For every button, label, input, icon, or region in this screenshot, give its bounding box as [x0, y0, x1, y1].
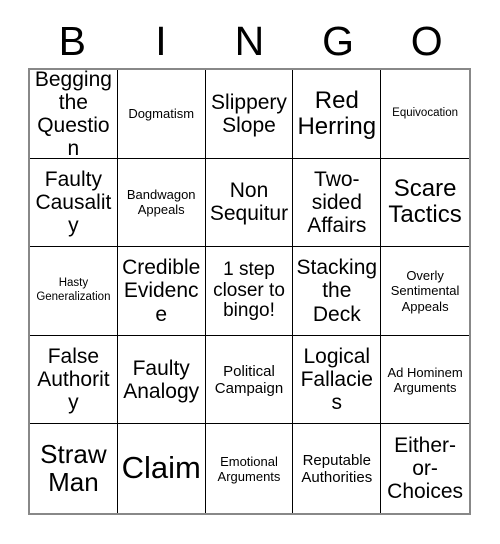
bingo-cell-label: Scare Tactics [388, 175, 462, 229]
bingo-cell-label: Faulty Analogy [123, 356, 200, 403]
bingo-cell-r0-c4[interactable]: Equivocation [381, 70, 469, 159]
bingo-cell-r4-c0[interactable]: Straw Man [30, 424, 118, 513]
bingo-cell-label: Credible Evidence [122, 256, 201, 326]
bingo-cell-r3-c3[interactable]: Logical Fallacies [293, 335, 382, 425]
bingo-header-row: BINGO [28, 14, 471, 68]
bingo-cell-r3-c1[interactable]: Faulty Analogy [117, 335, 206, 425]
bingo-cell-label: Straw Man [40, 439, 107, 497]
bingo-cell-label: Emotional Arguments [217, 453, 281, 484]
bingo-header-letter-4: O [410, 17, 443, 64]
bingo-cell-label: Faulty Causality [35, 167, 112, 237]
bingo-cell-label: Slippery Slope [211, 90, 287, 137]
bingo-header-letter-1: I [155, 17, 167, 64]
bingo-cell-r1-c3[interactable]: Two-sided Affairs [293, 158, 382, 248]
bingo-cell-r0-c3[interactable]: Red Herring [293, 70, 382, 159]
bingo-cell-r1-c0[interactable]: Faulty Causality [30, 158, 118, 248]
bingo-cell-r4-c2[interactable]: Emotional Arguments [205, 424, 294, 513]
bingo-cell-label: Political Campaign [214, 362, 284, 397]
bingo-cell-r2-c1[interactable]: Credible Evidence [117, 247, 206, 336]
bingo-cell-label: Logical Fallacies [300, 344, 373, 415]
bingo-cell-r0-c0[interactable]: Begging the Question [30, 70, 118, 159]
bingo-cell-label: Either-or-Choices [387, 434, 464, 504]
bingo-header-letter-0: B [58, 17, 86, 64]
bingo-cell-r0-c1[interactable]: Dogmatism [117, 70, 206, 159]
bingo-cell-label: Overly Sentimental Appeals [390, 268, 460, 314]
bingo-cell-label: Claim [121, 450, 201, 486]
bingo-cell-label: Equivocation [392, 107, 459, 120]
bingo-cell-r1-c2[interactable]: Non Sequitur [205, 158, 294, 248]
bingo-cell-r1-c4[interactable]: Scare Tactics [381, 158, 469, 248]
bingo-cell-label: Bandwagon Appeals [126, 187, 196, 218]
bingo-cell-r0-c2[interactable]: Slippery Slope [205, 70, 294, 159]
bingo-cell-r3-c4[interactable]: Ad Hominem Arguments [381, 335, 469, 425]
bingo-header-letter-2: N [234, 17, 265, 64]
bingo-cell-r4-c3[interactable]: Reputable Authorities [293, 424, 382, 513]
bingo-cell-label: Stacking the Deck [296, 256, 378, 326]
bingo-card: B I N G O Begging the Question Dogmatism Slipp… [0, 0, 500, 544]
bingo-cell-r2-c0[interactable]: Hasty Generalization [30, 247, 118, 336]
bingo-cell-label: Non Sequitur [209, 179, 289, 226]
bingo-cell-label: Dogmatism [128, 106, 195, 122]
bingo-cell-r3-c2[interactable]: Political Campaign [205, 335, 294, 425]
bingo-cell-label: Reputable Authorities [301, 451, 373, 486]
bingo-cell-r2-c2[interactable]: 1 step closer to bingo! [205, 247, 294, 336]
bingo-cell-r4-c1[interactable]: Claim [117, 424, 206, 513]
bingo-cell-label: Ad Hominem Arguments [387, 364, 463, 395]
bingo-cell-r2-c4[interactable]: Overly Sentimental Appeals [381, 247, 469, 336]
bingo-grid: Begging the Question Dogmatism Slippery Sl… [28, 68, 471, 515]
bingo-cell-label: Begging the Question [34, 70, 112, 159]
bingo-cell-r2-c3[interactable]: Stacking the Deck [293, 247, 382, 336]
bingo-cell-r1-c1[interactable]: Bandwagon Appeals [117, 158, 206, 248]
bingo-cell-r4-c4[interactable]: Either-or-Choices [381, 424, 469, 513]
bingo-cell-label: 1 step closer to bingo! [213, 258, 285, 322]
bingo-cell-r3-c0[interactable]: False Authority [30, 335, 118, 425]
bingo-cell-label: False Authority [37, 344, 110, 415]
bingo-header-letter-3: G [322, 17, 355, 64]
bingo-cell-label: Two-sided Affairs [307, 167, 367, 237]
bingo-cell-label: Hasty Generalization [36, 277, 111, 303]
bingo-cell-label: Red Herring [297, 86, 377, 140]
